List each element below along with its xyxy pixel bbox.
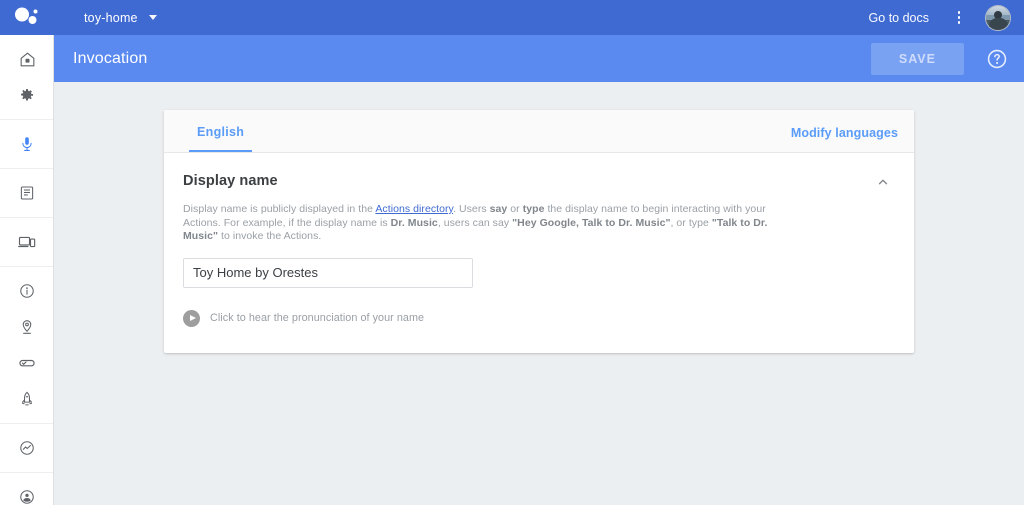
nav-group-2: [0, 120, 53, 169]
home-icon: [20, 52, 34, 66]
sidebar-item-surface-capabilities[interactable]: [0, 345, 53, 381]
desc-bold-drmusic: Dr. Music: [390, 216, 438, 229]
display-name-description: Display name is publicly displayed in th…: [183, 203, 773, 244]
nav-group-5: [0, 267, 53, 424]
nav-group-6: [0, 424, 53, 473]
help-circle-icon[interactable]: [984, 46, 1010, 72]
sidebar-item-invocation[interactable]: [0, 126, 53, 162]
sidebar-item-account-linking[interactable]: [0, 479, 53, 505]
desc-bold-heygoogle: "Hey Google, Talk to Dr. Music": [512, 216, 671, 229]
chevron-down-icon: [148, 15, 157, 20]
nav-group-3: [0, 169, 53, 218]
sidebar-item-overview[interactable]: [0, 41, 53, 77]
project-selector[interactable]: toy-home: [84, 11, 157, 25]
desc-part5: , users can say: [437, 216, 513, 229]
go-to-docs-link[interactable]: Go to docs: [869, 11, 929, 25]
nav-group-7: [0, 473, 53, 505]
chevron-up-icon[interactable]: [872, 171, 894, 193]
play-circle-icon[interactable]: [183, 309, 200, 327]
pronunciation-row[interactable]: Click to hear the pronunciation of your …: [183, 309, 895, 327]
modify-languages-link[interactable]: Modify languages: [791, 126, 898, 152]
avatar[interactable]: [985, 4, 1011, 31]
play-triangle-glyph: [189, 315, 196, 322]
nav-group-4: [0, 218, 53, 267]
analytics-icon: [20, 441, 34, 455]
rocket-icon: [22, 391, 32, 406]
save-button[interactable]: SAVE: [870, 42, 964, 75]
top-app-bar: toy-home Go to docs: [0, 0, 1024, 35]
display-name-card: English Modify languages Display name Di…: [164, 110, 914, 353]
project-name-label: toy-home: [84, 10, 138, 25]
help-icon-glyph: [987, 49, 1007, 68]
capsule-icon: [19, 359, 35, 367]
sidebar-item-surfaces[interactable]: [0, 224, 53, 260]
page-header-bar: Invocation SAVE: [54, 35, 1024, 82]
pronunciation-label: Click to hear the pronunciation of your …: [210, 312, 425, 325]
display-name-input[interactable]: [183, 257, 473, 288]
info-icon: [20, 284, 34, 298]
top-bar-actions: Go to docs: [869, 4, 1024, 31]
location-pin-icon: [22, 320, 32, 334]
avatar-photo-body: [988, 17, 1008, 30]
language-tab-bar: English Modify languages: [164, 110, 914, 153]
desc-part7: to invoke the Actions.: [218, 230, 322, 243]
desc-part1: Display name is publicly displayed in th…: [183, 203, 376, 215]
page-title: Invocation: [73, 49, 148, 67]
sidebar-item-deploy[interactable]: [0, 381, 53, 417]
devices-icon: [18, 236, 36, 248]
desc-part3: or: [507, 203, 523, 215]
nav-group-1: [0, 35, 53, 120]
desc-bold-say: say: [489, 203, 508, 215]
sidebar-item-location-targeting[interactable]: [0, 309, 53, 345]
kebab-menu-icon[interactable]: [947, 6, 971, 30]
desc-part6: , or type: [670, 216, 712, 229]
gear-icon: [21, 89, 33, 101]
chevron-up-glyph: [878, 179, 888, 185]
desc-bold-type: type: [522, 203, 545, 215]
desc-part2: . Users: [453, 203, 490, 215]
actions-directory-link[interactable]: Actions directory: [375, 203, 453, 215]
sidebar-item-directory-information[interactable]: [0, 273, 53, 309]
article-icon: [20, 186, 34, 200]
sidebar-item-settings[interactable]: [0, 77, 53, 113]
sidebar-item-analytics[interactable]: [0, 430, 53, 466]
google-assistant-logo[interactable]: [0, 0, 54, 35]
page-header-actions: SAVE: [870, 42, 1024, 75]
assistant-logo-icon: [15, 7, 38, 24]
left-nav-rail: [0, 35, 54, 505]
sidebar-item-actions[interactable]: [0, 175, 53, 211]
tab-english[interactable]: English: [189, 125, 253, 152]
section-title: Display name: [183, 173, 278, 189]
main-content: English Modify languages Display name Di…: [54, 82, 1024, 505]
display-name-section: Display name Display name is publicly di…: [164, 153, 914, 353]
account-circle-icon: [20, 490, 34, 504]
microphone-icon: [22, 137, 32, 151]
